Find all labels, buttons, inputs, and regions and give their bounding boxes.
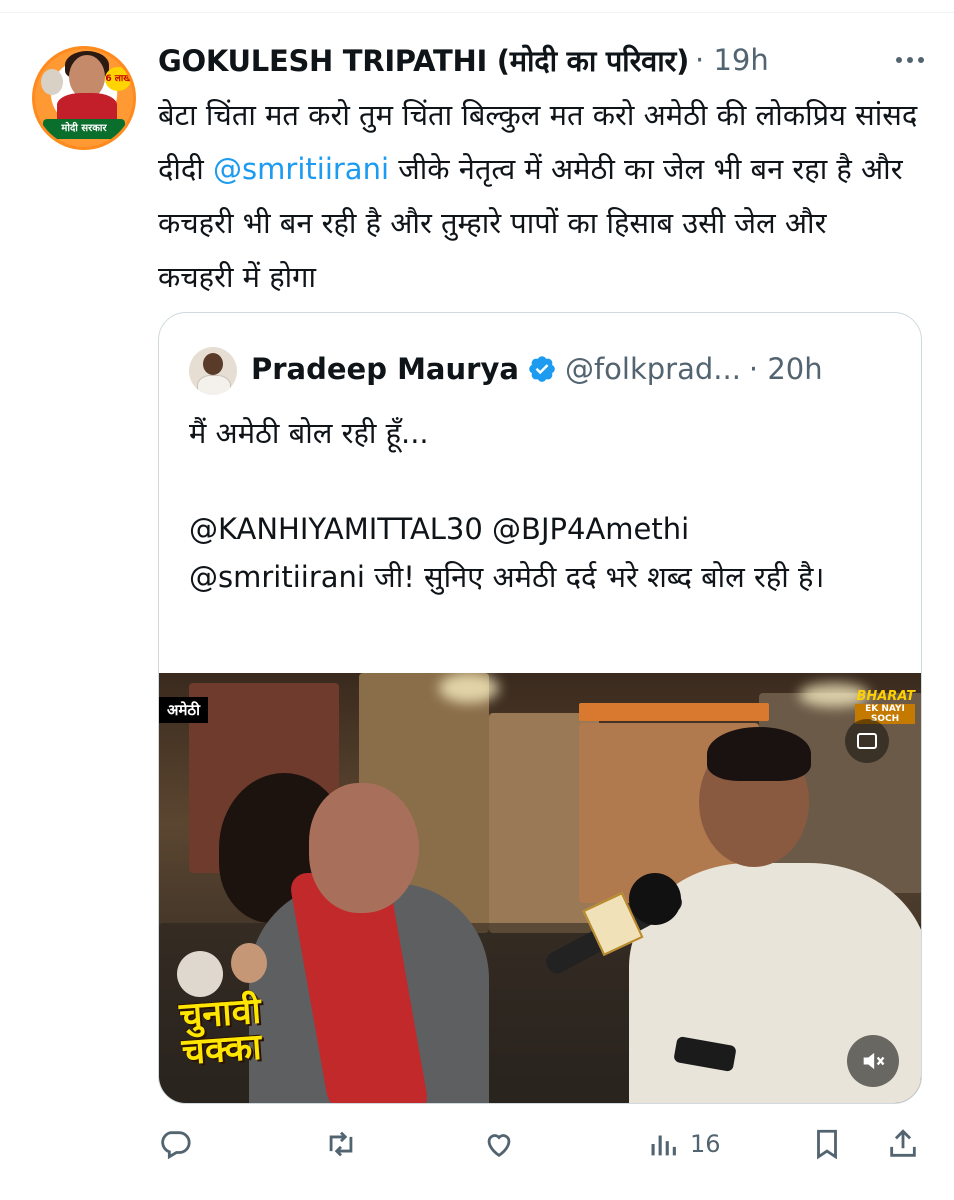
quoted-author-avatar[interactable] xyxy=(189,347,237,395)
like-button[interactable] xyxy=(482,1122,516,1166)
tweet-text: बेटा चिंता मत करो तुम चिंता बिल्कुल मत क… xyxy=(158,88,918,304)
closed-captions-icon[interactable] xyxy=(845,719,889,763)
quoted-text: मैं अमेठी बोल रही हूँ... @KANHIYAMITTAL3… xyxy=(189,409,899,601)
quoted-line-3: @smritiirani जी! सुनिए अमेठी दर्द भरे शब… xyxy=(189,560,825,594)
video-mic-head xyxy=(629,873,681,925)
video-show-logo-line2: चक्का xyxy=(180,1026,263,1074)
views-icon xyxy=(651,1135,676,1156)
quoted-tweet[interactable]: Pradeep Maurya @folkprad... · 20h मैं अम… xyxy=(158,312,922,1104)
tweet-header: GOKULESH TRIPATHI (मोदी का परिवार) · 19h xyxy=(158,40,769,80)
share-button[interactable] xyxy=(886,1122,920,1166)
views-button[interactable]: 16 xyxy=(646,1122,721,1166)
video-bg-awning xyxy=(579,703,769,721)
video-brand-main: BHARAT xyxy=(856,689,915,704)
author-name[interactable]: GOKULESH TRIPATHI (मोदी का परिवार) xyxy=(158,41,689,80)
quoted-handle[interactable]: @folkprad... xyxy=(565,352,741,386)
views-count: 16 xyxy=(690,1130,721,1158)
video-bg-light xyxy=(439,673,499,703)
more-icon[interactable] xyxy=(896,56,924,64)
tweet-time[interactable]: · 19h xyxy=(695,43,769,77)
bookmark-icon xyxy=(817,1129,837,1160)
like-icon xyxy=(487,1134,511,1158)
quoted-line-1: मैं अमेठी बोल रही हूँ... xyxy=(189,416,429,450)
quoted-line-2[interactable]: @KANHIYAMITTAL30 @BJP4Amethi xyxy=(189,512,689,546)
video-brand-logo: BHARAT EK NAYI SOCH xyxy=(831,689,915,724)
mention-link[interactable]: @smritiirani xyxy=(213,152,389,186)
video-cartoon-figure-2 xyxy=(231,943,267,983)
retweet-button[interactable] xyxy=(324,1122,358,1166)
share-icon xyxy=(890,1129,916,1157)
action-bar: 16 xyxy=(158,1122,924,1172)
video-woman-face xyxy=(309,783,419,913)
quoted-time[interactable]: · 20h xyxy=(749,352,823,386)
quoted-header: Pradeep Maurya @folkprad... · 20h xyxy=(251,349,823,389)
video-cartoon-figure xyxy=(177,951,223,997)
author-avatar[interactable]: 6 लाख मोदी सरकार xyxy=(32,46,136,150)
video-show-logo: चुनावी चक्का xyxy=(178,991,303,1079)
mute-icon[interactable] xyxy=(847,1035,899,1087)
quoted-author-name[interactable]: Pradeep Maurya xyxy=(251,352,519,386)
top-divider xyxy=(0,12,954,13)
reply-icon xyxy=(161,1131,191,1160)
reply-button[interactable] xyxy=(158,1122,192,1166)
avatar-badge: 6 लाख xyxy=(105,67,131,91)
video-man-hair xyxy=(707,727,811,781)
avatar-man-figure xyxy=(41,69,63,95)
video-corner-tag: अमेठी xyxy=(159,697,209,723)
retweet-icon xyxy=(329,1131,353,1157)
bookmark-button[interactable] xyxy=(810,1122,844,1166)
avatar-ribbon: मोदी सरकार xyxy=(43,119,125,139)
verified-badge-icon xyxy=(529,356,555,382)
video-player[interactable]: अमेठी BHARAT EK NAYI SOCH चुनावी चक्का xyxy=(159,673,921,1103)
